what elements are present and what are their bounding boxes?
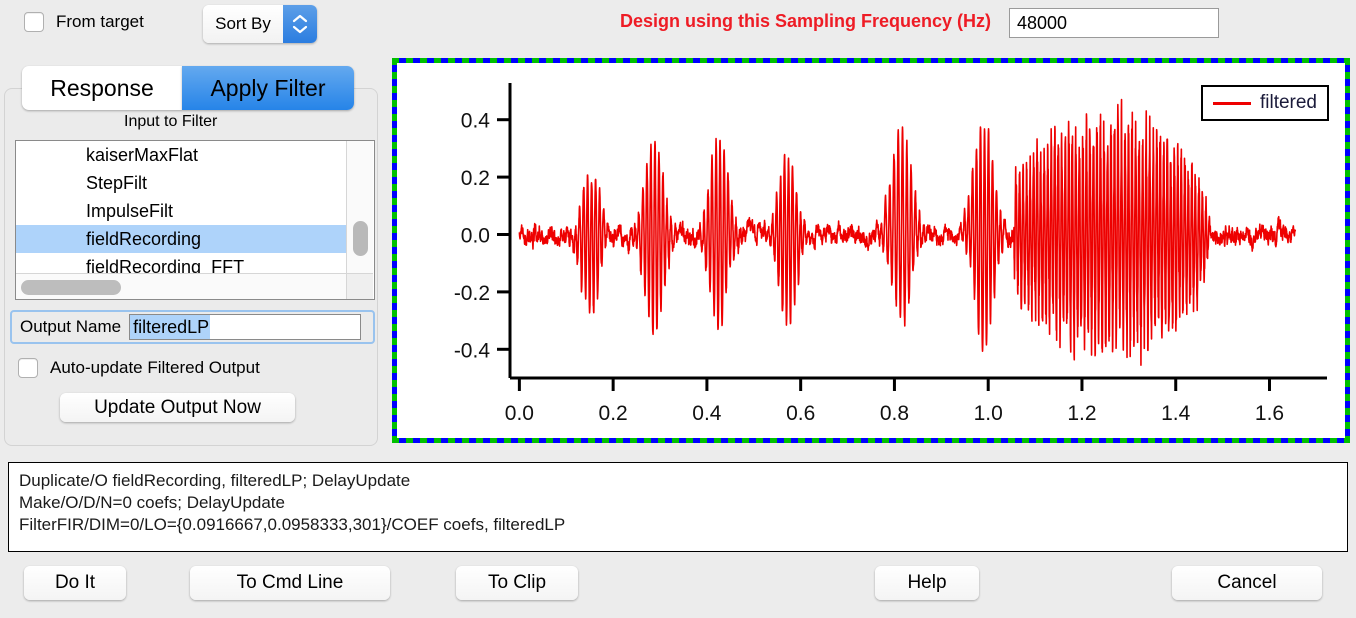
- tab-bar: Response Apply Filter: [22, 66, 354, 110]
- legend-label: filtered: [1259, 92, 1317, 113]
- svg-text:-0.4: -0.4: [454, 339, 491, 362]
- svg-text:0.4: 0.4: [461, 110, 491, 133]
- to-cmd-line-button[interactable]: To Cmd Line: [190, 566, 390, 600]
- auto-update-label: Auto-update Filtered Output: [50, 358, 260, 377]
- command-text-box[interactable]: Duplicate/O fieldRecording, filteredLP; …: [8, 462, 1348, 552]
- list-item-selected[interactable]: fieldRecording: [16, 225, 346, 253]
- plot-legend: filtered: [1200, 85, 1329, 121]
- command-line: Make/O/D/N=0 coefs; DelayUpdate: [19, 493, 285, 512]
- sort-by-dropdown[interactable]: Sort By: [203, 5, 317, 43]
- from-target-row: From target: [24, 12, 144, 32]
- svg-text:0.8: 0.8: [880, 402, 909, 425]
- apply-filter-dialog: From target Sort By Design using this Sa…: [0, 0, 1356, 618]
- update-output-now-button[interactable]: Update Output Now: [60, 393, 295, 422]
- sampling-frequency-value: 48000: [1017, 12, 1068, 33]
- waveform-plot-frame: 0.4 0.2 0.0 -0.2 -0.4 0.0 0.2 0.4 0.6 0.8 1.0 1.2 1.…: [392, 58, 1350, 443]
- to-clip-button[interactable]: To Clip: [456, 566, 578, 600]
- svg-text:0.6: 0.6: [786, 402, 815, 425]
- svg-text:0.4: 0.4: [692, 402, 722, 425]
- sort-by-stepper[interactable]: [283, 5, 317, 43]
- svg-text:1.0: 1.0: [974, 402, 1003, 425]
- input-to-filter-caption: Input to Filter: [124, 113, 218, 130]
- svg-text:0.2: 0.2: [599, 402, 628, 425]
- svg-text:1.4: 1.4: [1161, 402, 1191, 425]
- sort-by-label: Sort By: [203, 5, 283, 43]
- scrollbar-corner: [346, 273, 373, 299]
- output-name-row: Output Name filteredLP: [10, 310, 375, 344]
- command-line: FilterFIR/DIM=0/LO={0.0916667,0.0958333,…: [19, 515, 566, 534]
- svg-text:-0.2: -0.2: [454, 282, 490, 305]
- chevron-up-icon: [292, 14, 308, 23]
- do-it-button[interactable]: Do It: [24, 566, 126, 600]
- list-vertical-scrollbar-thumb[interactable]: [353, 221, 368, 256]
- list-items-container: kaiserMaxFlat StepFilt ImpulseFilt field…: [16, 141, 346, 274]
- svg-text:0.2: 0.2: [461, 167, 490, 190]
- from-target-checkbox[interactable]: [24, 12, 44, 32]
- sampling-frequency-input[interactable]: 48000: [1009, 8, 1219, 38]
- chevron-down-icon: [292, 25, 308, 34]
- legend-line-swatch: [1212, 101, 1251, 105]
- list-item[interactable]: fieldRecording_FFT: [16, 253, 346, 274]
- list-item[interactable]: StepFilt: [16, 169, 346, 197]
- svg-text:1.2: 1.2: [1067, 402, 1096, 425]
- waveform-plot[interactable]: 0.4 0.2 0.0 -0.2 -0.4 0.0 0.2 0.4 0.6 0.8 1.0 1.2 1.…: [397, 63, 1345, 438]
- help-button[interactable]: Help: [875, 566, 979, 600]
- tab-apply-filter[interactable]: Apply Filter: [182, 66, 354, 110]
- command-line: Duplicate/O fieldRecording, filteredLP; …: [19, 471, 411, 490]
- list-item[interactable]: kaiserMaxFlat: [16, 141, 346, 169]
- output-name-input[interactable]: filteredLP: [129, 314, 362, 340]
- list-horizontal-scrollbar[interactable]: [16, 273, 346, 299]
- output-name-label: Output Name: [20, 317, 122, 336]
- tab-response[interactable]: Response: [22, 66, 182, 110]
- auto-update-row: Auto-update Filtered Output: [18, 358, 260, 378]
- output-name-value: filteredLP: [130, 315, 211, 339]
- from-target-label: From target: [56, 12, 144, 31]
- auto-update-checkbox[interactable]: [18, 358, 38, 378]
- list-horizontal-scrollbar-thumb[interactable]: [21, 280, 121, 295]
- list-vertical-scrollbar[interactable]: [346, 141, 373, 274]
- sampling-frequency-label: Design using this Sampling Frequency (Hz…: [620, 11, 992, 31]
- input-to-filter-listbox[interactable]: kaiserMaxFlat StepFilt ImpulseFilt field…: [15, 140, 375, 300]
- cancel-button[interactable]: Cancel: [1172, 566, 1322, 600]
- svg-text:0.0: 0.0: [461, 225, 490, 248]
- list-item[interactable]: ImpulseFilt: [16, 197, 346, 225]
- svg-text:1.6: 1.6: [1255, 402, 1284, 425]
- svg-text:0.0: 0.0: [505, 402, 534, 425]
